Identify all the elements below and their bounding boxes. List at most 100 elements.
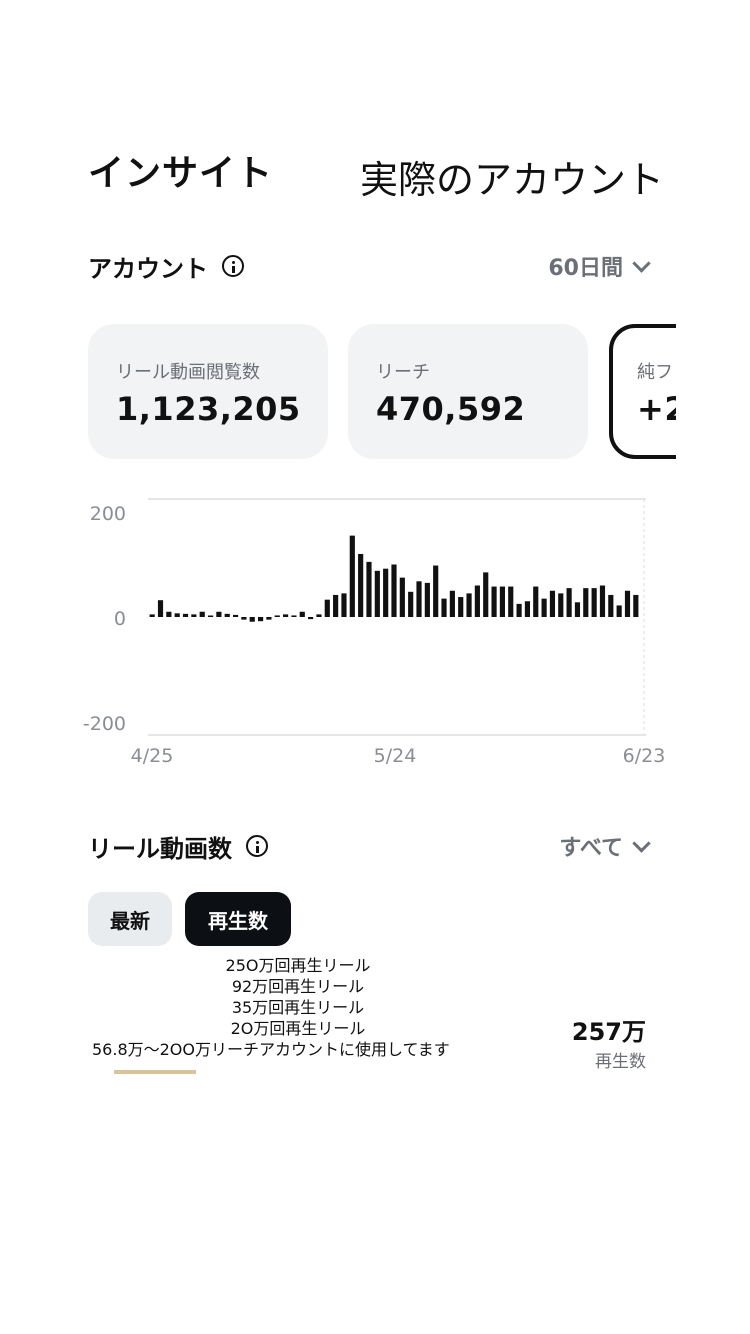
chart-bar — [441, 598, 447, 618]
chart-bar — [216, 611, 222, 617]
chart-bar — [474, 585, 480, 617]
blank-area — [58, 1074, 676, 1334]
chart-bar — [599, 585, 606, 617]
chart-bar — [616, 605, 622, 617]
chart-bar — [157, 600, 164, 617]
note-line: 92万回再生リール — [231, 977, 365, 996]
chart-bar — [257, 617, 264, 622]
metric-label: リーチ — [376, 362, 430, 383]
chart-bar — [483, 572, 489, 618]
chart-bar — [399, 577, 405, 618]
chart-bar — [499, 586, 505, 617]
chart-bar — [274, 615, 280, 617]
metric-card-clip: 純フ +2 — [609, 324, 676, 459]
chart-bar — [174, 613, 180, 617]
chart-bar — [549, 590, 556, 617]
chart-bar — [458, 597, 464, 617]
chart-bar — [283, 614, 289, 617]
chart-bar — [574, 602, 581, 617]
y-tick-label: 0 — [114, 608, 126, 630]
chart-bar — [199, 611, 205, 617]
chart-bar — [449, 590, 455, 617]
chart-bar — [416, 581, 422, 617]
chart-bar — [308, 617, 314, 620]
chart-bar — [316, 614, 322, 617]
tab-plays[interactable]: 再生数 — [185, 892, 291, 946]
chart-bar — [383, 568, 389, 617]
x-tick-label: 5/24 — [374, 745, 417, 767]
chart-bar — [566, 588, 572, 618]
chart-bar — [558, 593, 564, 618]
y-tick-label: 200 — [90, 503, 126, 525]
chart-bar — [191, 614, 197, 617]
note-line: 2O万回再生リール — [230, 1019, 366, 1038]
chart-bar — [241, 617, 247, 620]
chart-bar — [341, 593, 347, 618]
metric-card-reel-views[interactable]: リール動画閲覧数 1,123,205 — [88, 324, 328, 459]
account-section-header: アカウント 60日間 — [88, 246, 651, 286]
y-tick-label: -200 — [83, 713, 126, 735]
period-dropdown[interactable]: 60日間 — [548, 250, 651, 282]
chart-bar — [624, 590, 631, 617]
metric-value: 1,123,205 — [116, 390, 301, 428]
chart-bar — [366, 561, 372, 618]
chart-bar — [232, 614, 239, 617]
chart-bar — [333, 594, 339, 617]
chart-bar — [182, 613, 189, 617]
chart-bar — [608, 594, 614, 617]
reel-views-chart: 200 0 -200 4/25 5/24 6/23 — [78, 490, 678, 780]
metric-value: +2 — [637, 390, 676, 428]
period-label: 60日間 — [548, 256, 623, 281]
chart-bar — [291, 615, 297, 617]
x-tick-label: 6/23 — [623, 745, 666, 767]
chart-bar — [424, 582, 430, 618]
note-line: 56.8万〜2OO万リーチアカウントに使用してます — [92, 1040, 450, 1059]
chevron-down-icon — [632, 833, 651, 853]
top-reel-plays-value: 257万 — [571, 1018, 646, 1046]
chart-bar — [358, 554, 364, 617]
chart-svg: 200 0 -200 4/25 5/24 6/23 — [83, 498, 666, 767]
chart-bar — [516, 603, 522, 618]
info-icon[interactable] — [246, 835, 268, 857]
chart-bar — [349, 535, 355, 618]
reels-section-header: リール動画数 すべて — [88, 826, 651, 866]
metric-label: リール動画閲覧数 — [116, 362, 260, 383]
reels-filter-dropdown[interactable]: すべて — [559, 830, 651, 862]
chart-bar — [266, 617, 272, 620]
reels-section-title: リール動画数 — [88, 834, 232, 863]
tab-latest[interactable]: 最新 — [88, 892, 172, 946]
chart-bar — [374, 570, 380, 617]
chart-bar — [408, 591, 414, 617]
chart-bar — [249, 617, 255, 622]
account-section-title: アカウント — [88, 254, 208, 283]
chart-bar — [224, 613, 230, 617]
chart-bar — [166, 611, 172, 617]
chart-bar — [633, 594, 639, 617]
chart-bar — [433, 565, 439, 617]
bar-series — [149, 535, 639, 622]
chart-bar — [524, 601, 531, 617]
overlay-notes: 25O万回再生リール 92万回再生リール 35万回再生リール 2O万回再生リール… — [88, 955, 508, 1060]
chart-bar — [466, 593, 472, 618]
chart-bar — [299, 611, 305, 617]
info-icon[interactable] — [222, 255, 244, 277]
chart-bar — [508, 586, 514, 617]
chart-bar — [591, 588, 597, 618]
chart-bar — [583, 588, 589, 618]
metric-value: 470,592 — [376, 390, 526, 428]
note-line: 25O万回再生リール — [225, 956, 371, 975]
x-tick-label: 4/25 — [131, 745, 174, 767]
chevron-down-icon — [632, 253, 651, 273]
chart-bar — [541, 598, 547, 618]
chart-bar — [491, 586, 497, 617]
note-line: 35万回再生リール — [231, 998, 365, 1017]
overlay-caption: 実際のアカウント — [348, 146, 702, 214]
chart-bar — [149, 614, 155, 617]
metric-card-reach[interactable]: リーチ 470,592 — [348, 324, 588, 459]
metric-label: 純フ — [637, 362, 673, 383]
chart-bar — [324, 599, 330, 617]
page-title: インサイト — [88, 153, 274, 194]
metric-card-net-followers[interactable]: 純フ +2 — [609, 324, 676, 459]
chart-bar — [207, 615, 214, 617]
chart-bar — [533, 586, 539, 617]
